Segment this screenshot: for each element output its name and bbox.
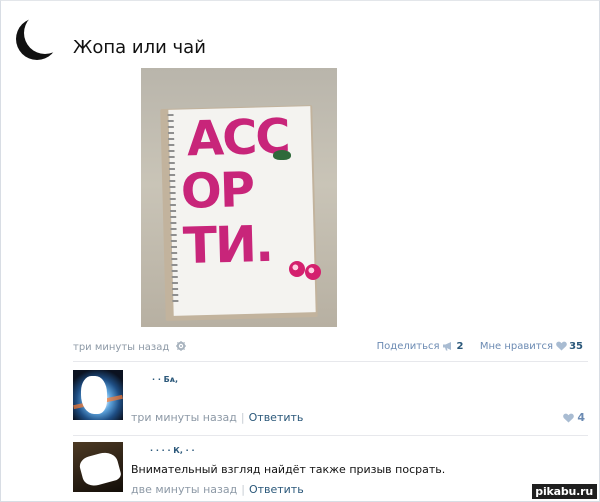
megaphone-icon bbox=[442, 341, 454, 354]
gear-icon[interactable] bbox=[176, 341, 187, 351]
share-button[interactable]: Поделиться 2 bbox=[377, 341, 467, 352]
divider bbox=[73, 361, 588, 362]
post-actions: Поделиться 2 Мне нравится 35 bbox=[377, 341, 583, 354]
comment-meta: две минуты назад | Ответить bbox=[131, 483, 304, 496]
watermark-logo: pikabu.ru bbox=[532, 484, 597, 499]
reply-button[interactable]: Ответить bbox=[249, 483, 304, 496]
post-title: Жопа или чай bbox=[73, 37, 206, 58]
comment-avatar[interactable] bbox=[73, 442, 123, 492]
comment-text: Внимательный взгляд найдёт также призыв … bbox=[131, 463, 446, 476]
divider bbox=[73, 435, 588, 436]
post-time[interactable]: три минуты назад bbox=[73, 342, 169, 353]
heart-icon bbox=[563, 413, 575, 423]
reply-button[interactable]: Ответить bbox=[249, 411, 304, 424]
comment-author[interactable]: · · · · К, · · bbox=[150, 446, 195, 455]
like-button[interactable]: Мне нравится 35 bbox=[480, 341, 583, 352]
photo-word-2: ОР bbox=[180, 162, 254, 220]
share-label: Поделиться bbox=[376, 341, 440, 352]
like-label: Мне нравится bbox=[479, 341, 554, 352]
comment-avatar[interactable] bbox=[73, 370, 123, 420]
comment-author[interactable]: · · Бᴀ, bbox=[152, 375, 178, 384]
comment-meta: три минуты назад | Ответить bbox=[131, 411, 304, 424]
comment-time[interactable]: три минуты назад bbox=[131, 411, 237, 424]
comment-like-count: 4 bbox=[577, 411, 585, 424]
share-count: 2 bbox=[456, 341, 464, 352]
post-photo[interactable]: АСС ОР ТИ. bbox=[141, 68, 337, 327]
comment-time[interactable]: две минуты назад bbox=[131, 483, 237, 496]
like-count: 35 bbox=[569, 341, 583, 352]
photo-word-3: ТИ. bbox=[182, 214, 273, 276]
heart-icon bbox=[556, 341, 567, 354]
author-avatar[interactable] bbox=[14, 14, 64, 60]
comment-like-button[interactable]: 4 bbox=[563, 411, 585, 424]
post-meta: три минуты назад bbox=[73, 341, 187, 353]
